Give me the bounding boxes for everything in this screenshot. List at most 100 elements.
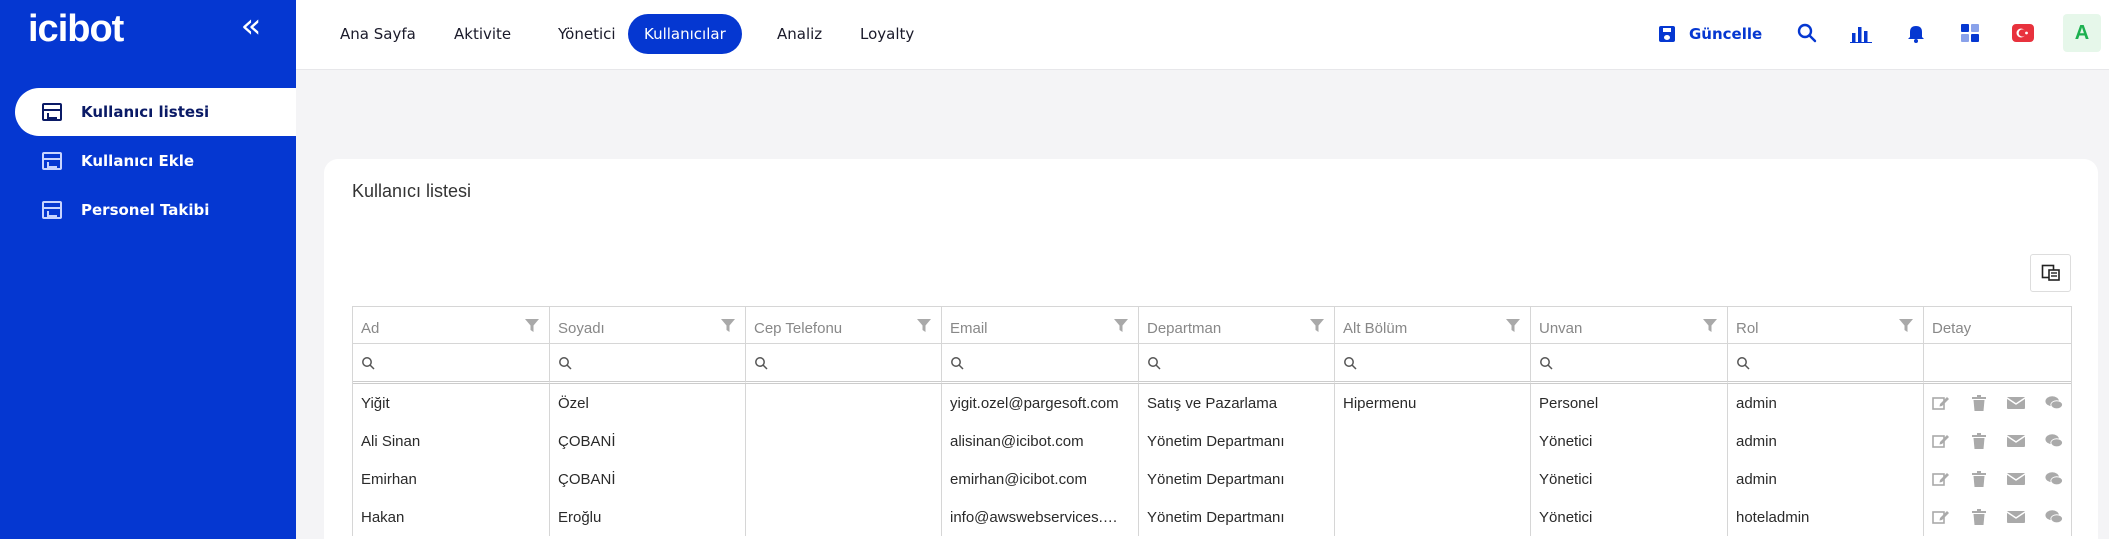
mail-icon[interactable] [2007,433,2025,449]
edit-icon[interactable] [1932,471,1950,487]
row-actions [1924,498,2071,536]
update-label: Güncelle [1689,25,1763,43]
filter-icon[interactable] [917,319,931,333]
column-header-cep-telefonu[interactable]: Cep Telefonu [746,307,942,344]
delete-icon[interactable] [1970,433,1987,449]
avatar[interactable]: A [2063,14,2101,52]
nav-ana-sayfa[interactable]: Ana Sayfa [324,14,432,54]
nav-yonetici[interactable]: Yönetici [542,14,632,54]
table-icon [42,103,62,121]
table-icon [42,201,62,219]
top-navbar: Ana Sayfa Aktivite Yönetici Kullanıcılar… [296,0,2109,70]
filter-input-ad[interactable] [353,344,550,384]
cell-rol: hoteladmin [1728,498,1924,536]
collapse-sidebar-icon[interactable]: « [236,9,266,43]
filter-input-departman[interactable] [1139,344,1335,384]
search-icon [1344,356,1357,370]
chat-icon[interactable] [2045,433,2063,449]
bell-icon[interactable] [1903,20,1929,46]
nav-analiz[interactable]: Analiz [761,14,838,54]
cell-alt-bolum [1335,460,1531,498]
users-table: Ad Soyadı Cep Telefonu Email Departman A… [352,306,2072,536]
chat-icon[interactable] [2045,509,2063,525]
cell-soyadi: Eroğlu [550,498,746,536]
table-row[interactable]: Ali Sinan ÇOBANİ alisinan@icibot.com Yön… [353,422,2071,460]
column-header-soyadi[interactable]: Soyadı [550,307,746,344]
cell-unvan: Yönetici [1531,460,1728,498]
search-icon [1737,356,1750,370]
edit-icon[interactable] [1932,433,1950,449]
nav-aktivite[interactable]: Aktivite [438,14,527,54]
cell-soyadi: ÇOBANİ [550,460,746,498]
filter-input-unvan[interactable] [1531,344,1728,384]
nav-kullanicilar[interactable]: Kullanıcılar [628,14,742,54]
cell-departman: Yönetim Departmanı [1139,498,1335,536]
update-button[interactable]: Güncelle [1659,22,1762,46]
filter-icon[interactable] [1310,319,1324,333]
user-list-card: Kullanıcı listesi Ad Soyadı Cep Telefonu… [324,159,2098,539]
mail-icon[interactable] [2007,471,2025,487]
column-header-alt-bolum[interactable]: Alt Bölüm [1335,307,1531,344]
sidebar-item-kullanici-listesi[interactable]: Kullanıcı listesi [15,88,296,136]
column-header-departman[interactable]: Departman [1139,307,1335,344]
search-icon [1148,356,1161,370]
chat-icon[interactable] [2045,471,2063,487]
filter-icon[interactable] [525,319,539,333]
sidebar-item-personel-takibi[interactable]: Personel Takibi [15,186,296,234]
cell-email: alisinan@icibot.com [942,422,1139,460]
filter-input-cep-telefonu[interactable] [746,344,942,384]
nav-loyalty[interactable]: Loyalty [844,14,930,54]
sidebar-item-label: Personel Takibi [81,201,210,219]
filter-input-alt-bolum[interactable] [1335,344,1531,384]
filter-icon[interactable] [1114,319,1128,333]
cell-ad: Hakan [353,498,550,536]
cell-soyadi: ÇOBANİ [550,422,746,460]
column-header-ad[interactable]: Ad [353,307,550,344]
edit-icon[interactable] [1932,395,1950,411]
mail-icon[interactable] [2007,509,2025,525]
filter-icon[interactable] [1899,319,1913,333]
edit-icon[interactable] [1932,509,1950,525]
delete-icon[interactable] [1970,395,1987,411]
filter-icon[interactable] [721,319,735,333]
apps-grid-icon[interactable] [1957,20,1983,46]
column-header-unvan[interactable]: Unvan [1531,307,1728,344]
chat-icon[interactable] [2045,395,2063,411]
search-icon [951,356,964,370]
column-header-rol[interactable]: Rol [1728,307,1924,344]
filter-icon[interactable] [1703,319,1717,333]
delete-icon[interactable] [1970,471,1987,487]
cell-cep-telefonu [746,460,942,498]
search-icon [362,356,375,370]
delete-icon[interactable] [1970,509,1987,525]
column-header-email[interactable]: Email [942,307,1139,344]
cell-departman: Satış ve Pazarlama [1139,384,1335,422]
filter-input-soyadi[interactable] [550,344,746,384]
table-row[interactable]: Emirhan ÇOBANİ emirhan@icibot.com Yöneti… [353,460,2071,498]
app-logo[interactable]: icibot [28,8,124,51]
turkish-flag-icon[interactable] [2010,20,2036,46]
filter-icon[interactable] [1506,319,1520,333]
search-icon [559,356,572,370]
cell-departman: Yönetim Departmanı [1139,460,1335,498]
chart-icon[interactable] [1848,20,1874,46]
filter-input-email[interactable] [942,344,1139,384]
cell-email: emirhan@icibot.com [942,460,1139,498]
row-actions [1924,384,2071,422]
table-row[interactable]: Yiğit Özel yigit.ozel@pargesoft.com Satı… [353,384,2071,422]
mail-icon[interactable] [2007,395,2025,411]
search-icon[interactable] [1794,20,1820,46]
sidebar: icibot « Kullanıcı listesi Kullanıcı Ekl… [0,0,296,539]
cell-alt-bolum [1335,498,1531,536]
filter-cell-detay [1924,344,2071,384]
cell-cep-telefonu [746,384,942,422]
filter-input-rol[interactable] [1728,344,1924,384]
sidebar-item-kullanici-ekle[interactable]: Kullanıcı Ekle [15,137,296,185]
cell-email: yigit.ozel@pargesoft.com [942,384,1139,422]
search-icon [1540,356,1553,370]
cell-alt-bolum: Hipermenu [1335,384,1531,422]
table-row[interactable]: Hakan Eroğlu info@awswebservices.… Yönet… [353,498,2071,536]
table-filter-row [353,344,2071,384]
export-button[interactable] [2030,254,2071,292]
cell-unvan: Personel [1531,384,1728,422]
